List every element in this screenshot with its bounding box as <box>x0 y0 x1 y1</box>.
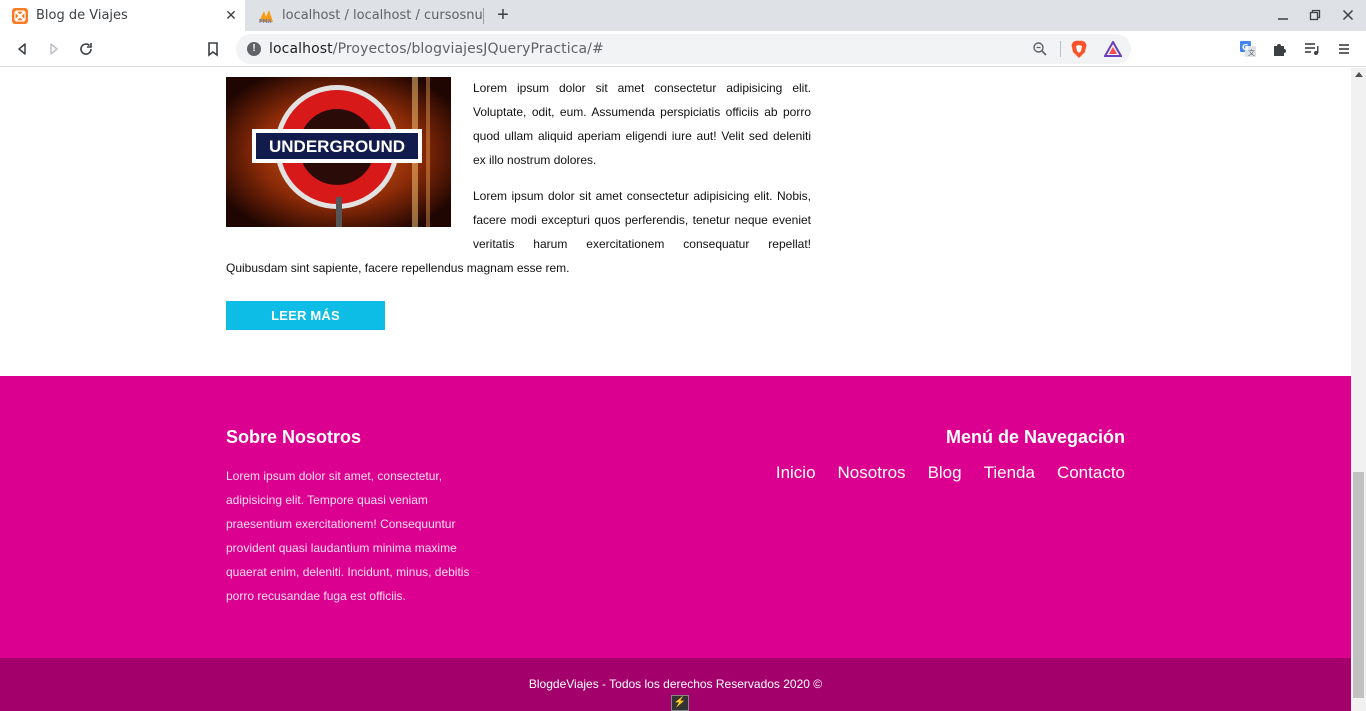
close-tab-icon[interactable]: ✕ <box>223 8 239 24</box>
browser-toolbar: ! localhost/Proyectos/blogviajesJQueryPr… <box>0 31 1366 67</box>
scrollbar-thumb[interactable] <box>1353 472 1364 698</box>
svg-text:PMA: PMA <box>259 19 272 24</box>
zoom-icon[interactable] <box>1032 41 1048 62</box>
omnibox-separator <box>1060 41 1061 57</box>
minimize-button[interactable] <box>1273 5 1293 25</box>
xampp-icon <box>12 7 28 24</box>
brave-shields-icon[interactable] <box>1070 40 1088 64</box>
tab-blog-de-viajes[interactable]: Blog de Viajes ✕ <box>0 0 245 31</box>
underground-sign-text: UNDERGROUND <box>269 137 405 156</box>
about-title: Sobre Nosotros <box>226 427 362 447</box>
back-button[interactable] <box>11 38 33 60</box>
hamburger-menu-icon <box>1339 44 1349 54</box>
brave-rewards-icon[interactable] <box>1103 39 1123 62</box>
post-image-underground: UNDERGROUND <box>226 77 451 227</box>
media-controls-button[interactable] <box>1301 38 1323 60</box>
menu-button[interactable] <box>1333 38 1355 60</box>
nav-link-tienda[interactable]: Tienda <box>984 463 1035 483</box>
tab-divider <box>483 8 484 24</box>
translate-icon: G文 <box>1240 41 1256 57</box>
minimize-icon <box>1278 18 1288 20</box>
page-content: UNDERGROUND Lorem ipsum dolor sit amet c… <box>0 68 1351 711</box>
footer-navigation: Menú de Navegación Inicio Nosotros Blog … <box>754 427 1125 483</box>
url-path: /Proyectos/blogviajesJQueryPractica/# <box>332 41 604 57</box>
page-scrollbar[interactable] <box>1351 68 1366 711</box>
close-window-button[interactable] <box>1338 5 1358 25</box>
svg-text:文: 文 <box>1248 48 1255 57</box>
terminal-icon[interactable]: ⚡ <box>671 695 689 711</box>
url-host: localhost <box>269 41 333 57</box>
playlist-icon <box>1305 43 1319 55</box>
tab-title: localhost / localhost / cursosnu <box>282 8 482 23</box>
footer-about: Sobre Nosotros Lorem ipsum dolor sit ame… <box>226 427 476 608</box>
nav-link-nosotros[interactable]: Nosotros <box>838 463 906 483</box>
tab-strip: Blog de Viajes ✕ PMA localhost / localho… <box>0 0 1366 31</box>
site-info-icon[interactable]: ! <box>247 42 261 56</box>
footer: Sobre Nosotros Lorem ipsum dolor sit ame… <box>0 376 1351 658</box>
navigation-list: Inicio Nosotros Blog Tienda Contacto <box>754 463 1125 483</box>
phpmyadmin-icon: PMA <box>259 9 273 24</box>
back-arrow-icon <box>18 43 26 55</box>
forward-arrow-icon <box>50 43 58 55</box>
bookmark-button[interactable] <box>202 38 224 60</box>
url-text[interactable]: localhost/Proyectos/blogviajesJQueryPrac… <box>269 41 604 57</box>
translate-extension-button[interactable]: G文 <box>1237 38 1259 60</box>
reload-button[interactable] <box>75 38 97 60</box>
restore-icon <box>1309 9 1321 21</box>
nav-link-inicio[interactable]: Inicio <box>776 463 816 483</box>
navigation-title: Menú de Navegación <box>945 427 1125 447</box>
blog-post: UNDERGROUND Lorem ipsum dolor sit amet c… <box>226 68 811 330</box>
reload-icon <box>80 43 92 55</box>
bookmark-icon <box>208 42 218 57</box>
read-more-button[interactable]: LEER MÁS <box>226 301 385 330</box>
about-text: Lorem ipsum dolor sit amet, consectetur,… <box>226 469 470 603</box>
puzzle-icon <box>1274 44 1286 56</box>
new-tab-button[interactable]: + <box>492 4 514 26</box>
forward-button[interactable] <box>43 38 65 60</box>
copyright-text: BlogdeViajes - Todos los derechos Reserv… <box>528 677 823 691</box>
scroll-up-arrow-icon[interactable] <box>1355 72 1363 77</box>
nav-link-contacto[interactable]: Contacto <box>1057 463 1125 483</box>
close-icon <box>1342 9 1354 21</box>
copyright-bar: BlogdeViajes - Todos los derechos Reserv… <box>0 658 1351 711</box>
tab-phpmyadmin[interactable]: PMA localhost / localhost / cursosnu <box>246 0 482 31</box>
tab-title: Blog de Viajes <box>36 8 128 23</box>
nav-link-blog[interactable]: Blog <box>928 463 962 483</box>
restore-button[interactable] <box>1305 5 1325 25</box>
extensions-button[interactable] <box>1269 38 1291 60</box>
address-bar[interactable]: ! localhost/Proyectos/blogviajesJQueryPr… <box>236 34 1131 64</box>
